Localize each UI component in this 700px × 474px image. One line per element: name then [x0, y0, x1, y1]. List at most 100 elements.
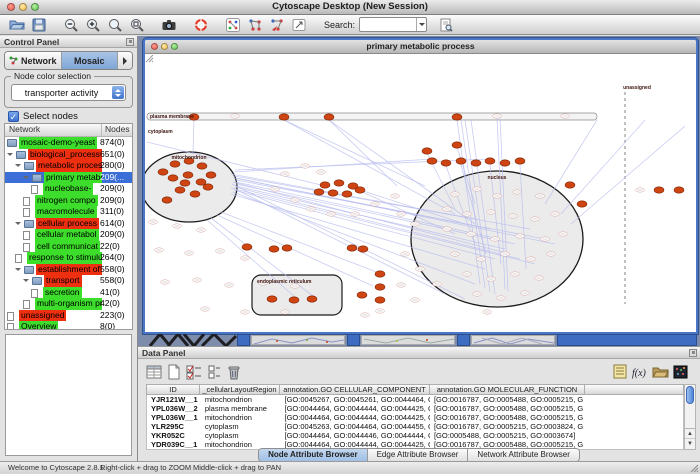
zoom-fit-icon[interactable]	[106, 16, 124, 34]
float-panel-icon[interactable]	[126, 38, 134, 46]
apply-vizmap-icon[interactable]	[268, 16, 286, 34]
browser-tab[interactable]: Network Attribute Browser	[468, 449, 578, 461]
scrollbar-thumb[interactable]	[686, 386, 694, 404]
column-header[interactable]	[585, 384, 684, 395]
browser-tab[interactable]: Edge Attribute Browser	[368, 449, 469, 461]
table-cell	[584, 413, 683, 422]
tree-row[interactable]: cell communicat22(0)	[5, 241, 132, 253]
table-cell: [GO:0045263, GO:0044464, GO:0044455, G..…	[281, 422, 430, 431]
app-titlebar[interactable]: Cytoscape Desktop (New Session)	[0, 0, 700, 15]
tree-col-nodes[interactable]: Nodes	[102, 124, 132, 136]
table-row[interactable]: YPL036W__2plasma membrane[GO:0044464, GO…	[147, 404, 683, 413]
apply-layout-icon[interactable]	[246, 16, 264, 34]
attribute-notes-icon[interactable]	[610, 362, 630, 381]
tree-row[interactable]: primary metabo209(...	[5, 172, 132, 184]
browser-tab[interactable]: Node Attribute Browser	[259, 449, 368, 461]
new-attribute-icon[interactable]	[164, 362, 184, 381]
background-window-thumb[interactable]	[361, 335, 455, 345]
background-window-titlebar[interactable]	[457, 334, 470, 346]
node-count: 209(...	[100, 172, 124, 184]
tab-mosaic[interactable]: Mosaic	[62, 52, 119, 69]
node-count: 280(0)	[100, 160, 125, 172]
network-manager-icon[interactable]	[224, 16, 242, 34]
save-session-icon[interactable]	[30, 16, 48, 34]
expander-icon[interactable]	[15, 222, 21, 228]
node-count: 264(0)	[100, 252, 125, 264]
resize-grip-icon[interactable]	[144, 53, 695, 331]
zoom-out-icon[interactable]	[62, 16, 80, 34]
tree-row[interactable]: transport558(0)	[5, 275, 132, 287]
show-graphics-details-icon[interactable]	[290, 16, 308, 34]
unselect-attributes-icon[interactable]	[204, 362, 224, 381]
background-window-edge[interactable]	[557, 334, 697, 346]
search-box[interactable]	[359, 17, 427, 32]
attribute-matrix-icon[interactable]	[670, 362, 690, 381]
network-window[interactable]: primary metabolic process unassignedplas…	[143, 38, 698, 334]
page-icon	[7, 312, 14, 321]
attribute-panel-icon[interactable]	[144, 362, 164, 381]
network-canvas[interactable]: unassignedplasma membranecytoplasmmitoch…	[145, 54, 696, 332]
tree-col-network[interactable]: Network	[5, 124, 102, 136]
background-window-titlebar[interactable]	[237, 334, 250, 346]
tab-overflow-icon[interactable]	[118, 52, 132, 69]
zoom-selected-icon[interactable]	[128, 16, 146, 34]
tree-row[interactable]: response to stimulu264(0)	[5, 252, 132, 264]
tree-row[interactable]: Overview8(0)	[5, 321, 132, 330]
tab-network[interactable]: Network	[5, 52, 62, 69]
column-header[interactable]: annotation.GO MOLECULAR_FUNCTION	[430, 384, 585, 395]
tab-network-label: Network	[21, 56, 57, 66]
node-color-dropdown[interactable]: transporter activity	[11, 84, 126, 101]
tree-row[interactable]: biological_process651(0)	[5, 149, 132, 161]
network-tree-body: mosaic-demo-yeast874(0)biological_proces…	[5, 137, 132, 330]
search-input[interactable]	[360, 18, 416, 31]
table-row[interactable]: YJR121W__1mitochondrion[GO:0045267, GO:0…	[147, 395, 683, 404]
table-row[interactable]: YLR295Ccytoplasm[GO:0045263, GO:0044464,…	[147, 422, 683, 431]
tree-row[interactable]: metabolic process280(0)	[5, 160, 132, 172]
control-panel-tabs: Network Mosaic	[4, 51, 133, 70]
float-panel-icon[interactable]	[689, 349, 697, 357]
import-attributes-icon[interactable]	[650, 362, 670, 381]
expander-icon[interactable]	[15, 164, 21, 170]
select-nodes-checkbox[interactable]: ✓	[8, 111, 19, 122]
background-window-thumb[interactable]	[251, 335, 345, 345]
tree-row[interactable]: unassigned223(0)	[5, 310, 132, 322]
tree-row[interactable]: multi-organism pro42(0)	[5, 298, 132, 310]
status-bar: Welcome to Cytoscape 2.8.1 Right-click +…	[0, 461, 700, 474]
tree-row[interactable]: mosaic-demo-yeast874(0)	[5, 137, 132, 149]
column-header[interactable]: ID	[146, 384, 200, 395]
resize-grip-icon[interactable]	[689, 463, 699, 473]
expander-icon[interactable]	[7, 153, 13, 159]
tree-row[interactable]: nitrogen compo209(0)	[5, 195, 132, 207]
tree-row[interactable]: macromolecule311(0)	[5, 206, 132, 218]
column-header[interactable]: annotation.GO CELLULAR_COMPONENT	[280, 384, 430, 395]
snapshot-camera-icon[interactable]	[160, 16, 178, 34]
expander-icon[interactable]	[15, 268, 21, 274]
network-window-titlebar[interactable]: primary metabolic process	[145, 40, 696, 54]
scrollbar-arrows: ▲ ▼	[685, 428, 695, 449]
open-network-icon[interactable]	[8, 16, 26, 34]
background-window-titlebar[interactable]	[347, 334, 360, 346]
birdseye-view[interactable]	[5, 334, 132, 456]
tree-row[interactable]: establishment of lo558(0)	[5, 264, 132, 276]
delete-attribute-icon[interactable]	[224, 362, 244, 381]
function-builder-icon[interactable]: f(x)	[630, 362, 650, 381]
search-options-icon[interactable]	[437, 16, 455, 34]
column-header[interactable]: _cellularLayoutRegion	[200, 384, 280, 395]
select-attributes-icon[interactable]	[184, 362, 204, 381]
tree-row[interactable]: secretion41(0)	[5, 287, 132, 299]
dropdown-stepper-icon[interactable]	[112, 86, 124, 99]
tree-row[interactable]: cellular metabol209(0)	[5, 229, 132, 241]
help-lifering-icon[interactable]	[192, 16, 210, 34]
zoom-in-icon[interactable]	[84, 16, 102, 34]
expander-icon[interactable]	[23, 176, 29, 182]
background-window-thumb[interactable]	[471, 335, 555, 345]
table-row[interactable]: YPL036W__1mitochondrion[GO:0044464, GO:0…	[147, 413, 683, 422]
network-tree-header[interactable]: Network Nodes	[5, 124, 132, 137]
tree-row[interactable]: cellular process614(0)	[5, 218, 132, 230]
table-row[interactable]: YKR052Ccytoplasm[GO:0044464, GO:0044446,…	[147, 431, 683, 440]
tree-row[interactable]: nucleobase-209(0)	[5, 183, 132, 195]
node-count: 311(0)	[100, 206, 124, 218]
table-scrollbar[interactable]: ▲ ▼	[684, 384, 696, 450]
search-dropdown-icon[interactable]	[416, 18, 426, 31]
expander-icon[interactable]	[23, 279, 29, 285]
